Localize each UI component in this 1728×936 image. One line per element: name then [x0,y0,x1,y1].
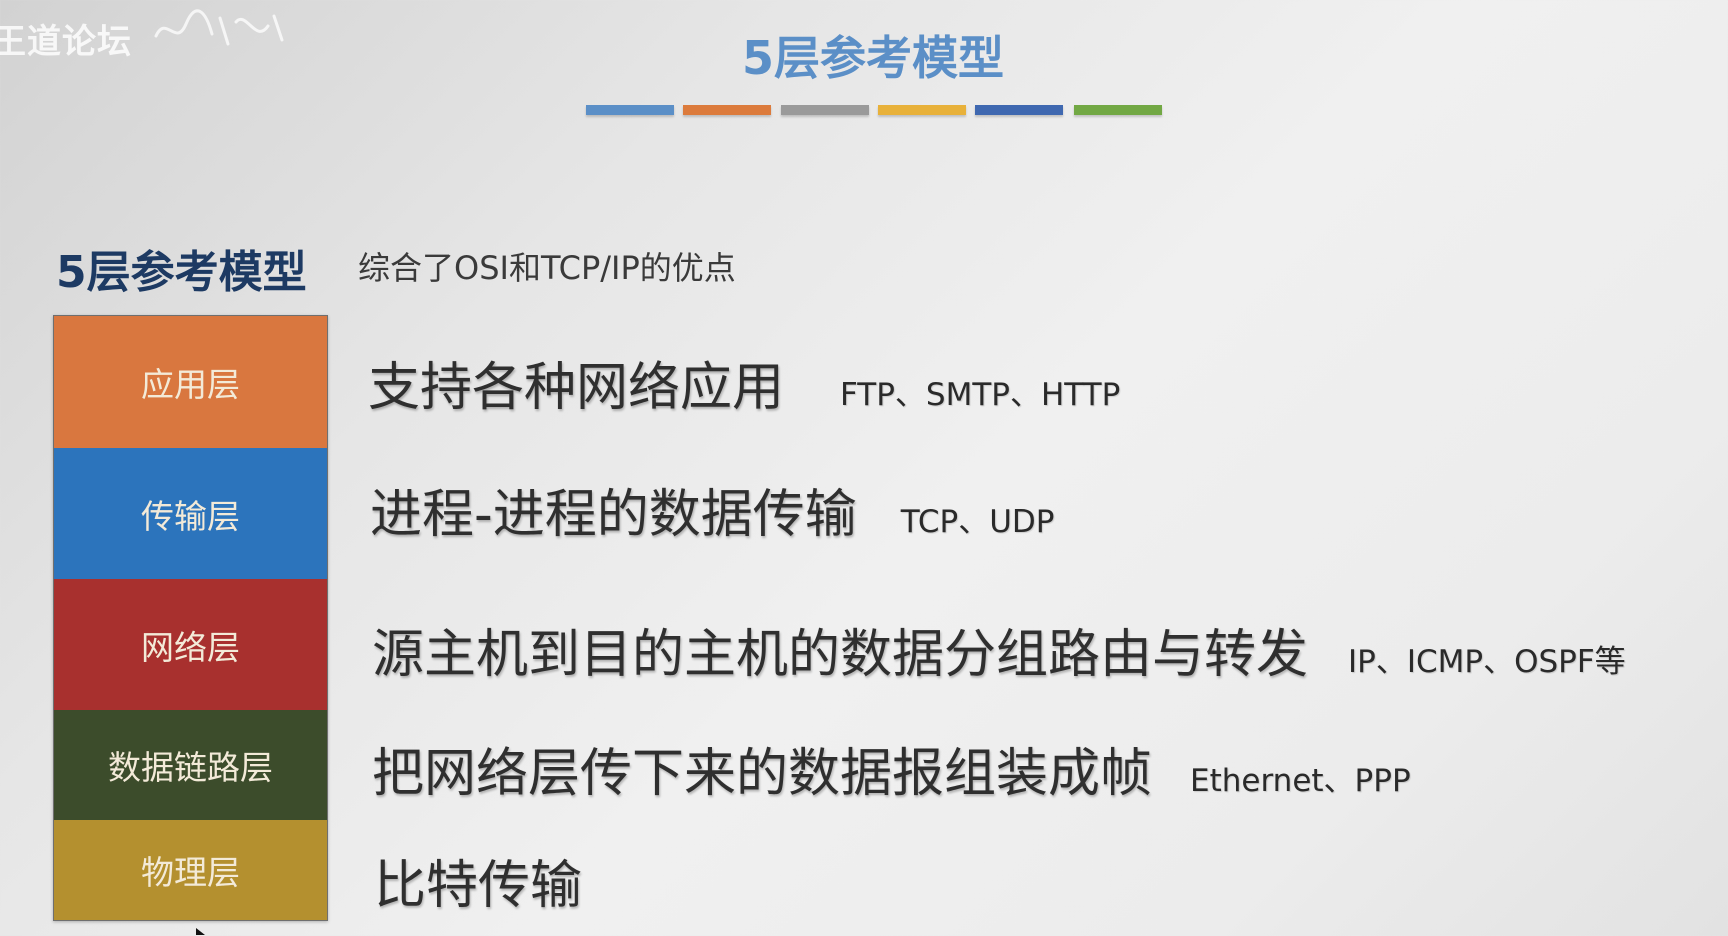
layer-row-data-link: 把网络层传下来的数据报组装成帧 Ethernet、PPP [372,731,1411,806]
layer-description: 源主机到目的主机的数据分组路由与转发 [372,625,1309,685]
layer-description: 支持各种网络应用 [368,358,785,418]
color-bar [975,105,1063,115]
layer-stack: 应用层 传输层 网络层 数据链路层 物理层 [53,315,328,921]
layer-protocols: Ethernet、PPP [1190,763,1411,799]
layer-row-network: 源主机到目的主机的数据分组路由与转发 IP、ICMP、OSPF等 [372,612,1626,687]
layer-row-physical: 比特传输 [374,843,622,918]
layer-row-transport: 进程-进程的数据传输 TCP、UDP [370,472,1054,547]
model-heading: 5层参考模型 [56,247,307,298]
mouse-cursor-icon [196,928,205,935]
layer-description: 把网络层传下来的数据报组装成帧 [372,744,1153,804]
layer-protocols: IP、ICMP、OSPF等 [1348,644,1626,680]
slide-title: 5层参考模型 [741,31,1004,85]
layer-protocols: FTP、SMTP、HTTP [840,377,1121,413]
color-bar [586,105,674,115]
color-bar [878,105,966,115]
layer-description: 比特传输 [374,856,583,916]
layer-description: 进程-进程的数据传输 [370,485,857,545]
color-bar [1074,105,1162,115]
model-subtitle: 综合了OSI和TCP/IP的优点 [358,249,736,287]
layer-box-network: 网络层 [54,579,327,710]
color-bar [683,105,771,115]
layer-protocols: TCP、UDP [900,504,1055,540]
layer-box-application: 应用层 [54,316,327,448]
layer-box-transport: 传输层 [54,448,327,579]
color-bar [781,105,869,115]
layer-row-application: 支持各种网络应用 FTP、SMTP、HTTP [368,345,1120,420]
layer-box-data-link: 数据链路层 [54,710,327,820]
layer-box-physical: 物理层 [54,820,327,920]
